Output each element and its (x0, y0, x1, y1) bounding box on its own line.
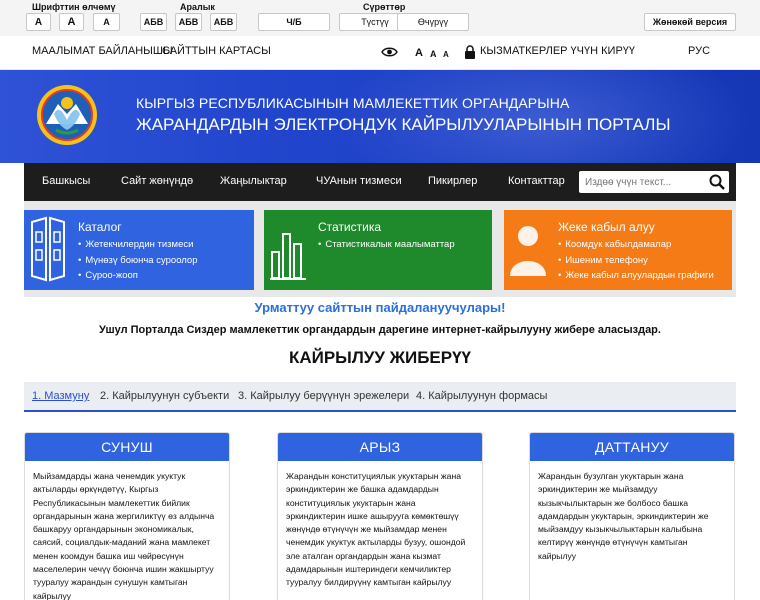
lock-icon (465, 45, 475, 59)
font-size-medium-button[interactable]: А (59, 13, 84, 31)
spacing-label: Аралык (180, 2, 215, 12)
statistics-chart-icon (270, 233, 306, 280)
search-input[interactable] (585, 174, 703, 190)
state-emblem-icon[interactable] (36, 84, 98, 146)
contacts-link[interactable]: Маалымат байланышы (32, 45, 173, 57)
appeal-type-application[interactable]: АРЫЗ Жарандын конституциялык укуктарын ж… (277, 432, 483, 600)
statistics-card[interactable]: Статистика Статистикалык маалыматтар (264, 210, 492, 290)
reception-link-hotline[interactable]: Ишеним телефону (558, 253, 714, 269)
appeal-type-title: СУНУШ (25, 433, 229, 461)
catalog-title: Каталог (78, 220, 122, 234)
font-size-label: Шрифттин өлчөмү (32, 2, 116, 12)
accessibility-bar: Шрифттин өлчөмү А А А Аралык АБВ АБВ АБВ… (0, 0, 760, 36)
appeal-type-proposal[interactable]: СУНУШ Мыйзамдарды жана ченемдик укуктук … (24, 432, 230, 600)
catalog-link-questions[interactable]: Мүнөзү боюнча суроолор (78, 253, 197, 269)
font-size-small-button[interactable]: А (26, 13, 51, 31)
spacing-large-button[interactable]: АБВ (210, 13, 237, 31)
banner-title-line2: Жарандардын электрондук кайрылууларынын … (136, 115, 671, 134)
black-white-button[interactable]: Ч/Б (258, 13, 330, 31)
statistics-link-data[interactable]: Статистикалык маалыматтар (318, 237, 454, 253)
font-a-large[interactable]: A (415, 47, 423, 59)
menu-item-feedback[interactable]: Пикирлер (428, 175, 477, 187)
catalog-link-faq[interactable]: Суроо-жооп (78, 268, 198, 284)
appeal-type-description: Жарандын бузулган укуктарын жана эркинди… (538, 471, 709, 561)
spacing-small-button[interactable]: АБВ (140, 13, 167, 31)
step-tab-subject[interactable]: 2. Кайрылуунун субъекти (100, 390, 229, 402)
search-icon[interactable] (709, 174, 725, 190)
reception-title: Жеке кабыл алуу (558, 220, 655, 234)
step-tab-form[interactable]: 4. Кайрылуунун формасы (416, 390, 547, 402)
images-off-button[interactable]: Өчүрүү (397, 13, 469, 31)
welcome-text: Ушул Порталда Сиздер мамлекеттик органда… (99, 324, 661, 336)
catalog-card[interactable]: Каталог Жетекчилердин тизмеси Мүнөзү бою… (24, 210, 254, 290)
reception-card[interactable]: Жеке кабыл алуу Коомдук кабылдамалар Ише… (504, 210, 732, 290)
images-label: Сүрөттөр (363, 2, 406, 12)
language-switch[interactable]: РУС (688, 45, 710, 57)
font-size-large-button[interactable]: А (93, 13, 120, 31)
search-box (579, 171, 729, 193)
step-tab-rules[interactable]: 3. Кайрылуу берүүнүн эрежелери (238, 390, 409, 402)
eye-icon[interactable] (381, 46, 398, 58)
appeal-type-description: Мыйзамдарды жана ченемдик укуктук актыла… (33, 471, 215, 600)
appeal-type-description: Жарандын конституциялык укуктарын жана э… (286, 471, 466, 588)
font-a-medium[interactable]: A (430, 49, 437, 59)
person-icon (510, 226, 546, 276)
menu-item-home[interactable]: Башкысы (42, 175, 90, 187)
spacing-medium-button[interactable]: АБВ (175, 13, 202, 31)
header-banner: Кыргыз Республикасынын мамлекеттик орган… (0, 70, 760, 163)
catalog-link-leaders[interactable]: Жетекчилердин тизмеси (78, 237, 198, 253)
sitemap-link[interactable]: Сайттын картасы (162, 45, 271, 57)
appeal-type-title: ДАТТАНУУ (530, 433, 734, 461)
banner-title-line1: Кыргыз Республикасынын мамлекеттик орган… (136, 95, 570, 111)
appeal-type-complaint[interactable]: ДАТТАНУУ Жарандын бузулган укуктарын жан… (529, 432, 735, 600)
steps-tabs: 1. Мазмуну 2. Кайрылуунун субъекти 3. Ка… (24, 382, 736, 412)
step-tab-content[interactable]: 1. Мазмуну (32, 390, 89, 402)
reception-link-public[interactable]: Коомдук кабылдамалар (558, 237, 714, 253)
statistics-title: Статистика (318, 220, 382, 234)
reception-link-schedule[interactable]: Жеке кабыл алуулардын графиги (558, 268, 713, 284)
section-title: КАЙРЫЛУУ ЖИБЕРҮҮ (288, 348, 472, 367)
catalog-doors-icon (31, 216, 65, 282)
font-a-small[interactable]: A (443, 50, 449, 59)
menu-item-news[interactable]: Жаңылыктар (220, 175, 287, 187)
menu-item-contacts[interactable]: Контакттар (508, 175, 565, 187)
staff-login-link[interactable]: Кызматкерлер үчүн кирүү (480, 45, 635, 57)
top-nav: Маалымат байланышы Сайттын картасы A A A… (0, 36, 760, 70)
menu-item-about[interactable]: Сайт жөнүндө (121, 175, 193, 187)
appeal-type-title: АРЫЗ (278, 433, 482, 461)
welcome-title: Урматтуу сайттын пайдалануучулары! (254, 300, 506, 315)
menu-item-officials-list[interactable]: ЧУАнын тизмеси (316, 175, 402, 187)
simple-version-button[interactable]: Жөнөкөй версия (644, 13, 736, 31)
